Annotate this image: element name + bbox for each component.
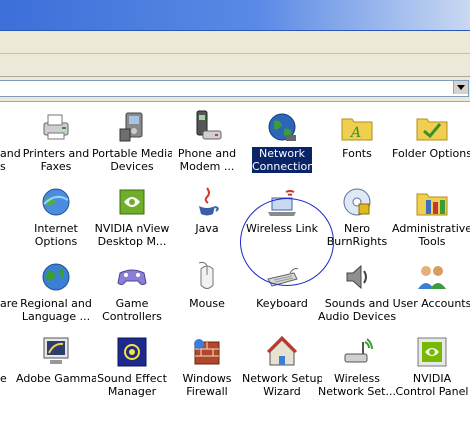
item-phone-and-modem[interactable]: Phone and Modem ... [167, 105, 247, 177]
admin-tools-icon [416, 193, 448, 216]
item-nvidia-nview[interactable]: NVIDIA nView Desktop M... [92, 180, 172, 252]
item-internet-options[interactable]: Internet Options [16, 180, 96, 252]
nvidia-control-panel-icon [417, 337, 447, 367]
address-input[interactable] [0, 80, 469, 97]
sound-effect-icon [117, 337, 147, 367]
item-sound-effect-manager[interactable]: Sound Effect Manager [92, 330, 172, 402]
phone-modem-icon [196, 110, 222, 140]
highlight-circle-annotation [240, 198, 334, 286]
item-sounds-and-audio-devices[interactable]: Sounds and Audio Devices [317, 255, 397, 327]
control-panel-items: and s Printers and Faxes Portable Media Dev… [0, 102, 470, 445]
item-network-connections[interactable]: NetworkConnections [242, 105, 322, 177]
item-wireless-network-setup[interactable]: Wireless Network Set... [317, 330, 397, 402]
internet-globe-icon [42, 188, 70, 216]
item-portable-media-devices[interactable]: Portable Media Devices [92, 105, 172, 177]
window-title-bar[interactable] [0, 0, 470, 31]
item-regional-and-language[interactable]: Regional and Language ... [16, 255, 96, 327]
regional-globe-icon [42, 263, 70, 291]
adobe-gamma-icon [43, 337, 69, 364]
gamepad-icon [117, 269, 147, 286]
item-adobe-gamma[interactable]: Adobe Gamma [16, 330, 96, 402]
item-mouse[interactable]: Mouse [167, 255, 247, 327]
speaker-icon [346, 264, 367, 290]
item-printers-and-faxes[interactable]: Printers and Faxes [16, 105, 96, 177]
address-bar [0, 77, 470, 102]
item-java[interactable]: Java [167, 180, 247, 252]
user-accounts-icon [418, 266, 446, 289]
menu-bar [0, 31, 470, 54]
address-dropdown-button[interactable] [453, 81, 468, 94]
item-nvidia-control-panel[interactable]: NVIDIA Control Panel [392, 330, 470, 402]
network-globe-icon [268, 113, 296, 141]
item-folder-options[interactable]: Folder Options [392, 105, 470, 177]
firewall-icon [194, 339, 220, 365]
media-device-icon [119, 112, 143, 142]
wireless-network-icon [344, 338, 373, 363]
chevron-down-icon [457, 85, 465, 90]
item-network-setup-wizard[interactable]: Network Setup Wizard [242, 330, 322, 402]
nvidia-nview-icon [119, 189, 145, 215]
mouse-icon [198, 261, 214, 289]
printer-fax-icon [43, 114, 69, 140]
java-icon [199, 187, 219, 216]
item-administrative-tools[interactable]: Administrative Tools [392, 180, 470, 252]
nero-disc-icon [343, 188, 371, 216]
network-setup-house-icon [266, 335, 298, 366]
svg-text:A: A [349, 125, 361, 141]
item-fonts[interactable]: A Fonts [317, 105, 397, 177]
toolbar [0, 54, 470, 77]
fonts-folder-icon: A [341, 118, 373, 141]
item-windows-firewall[interactable]: Windows Firewall [167, 330, 247, 402]
item-user-accounts[interactable]: User Accounts [392, 255, 470, 327]
folder-options-icon [416, 118, 448, 141]
item-game-controllers[interactable]: Game Controllers [92, 255, 172, 327]
